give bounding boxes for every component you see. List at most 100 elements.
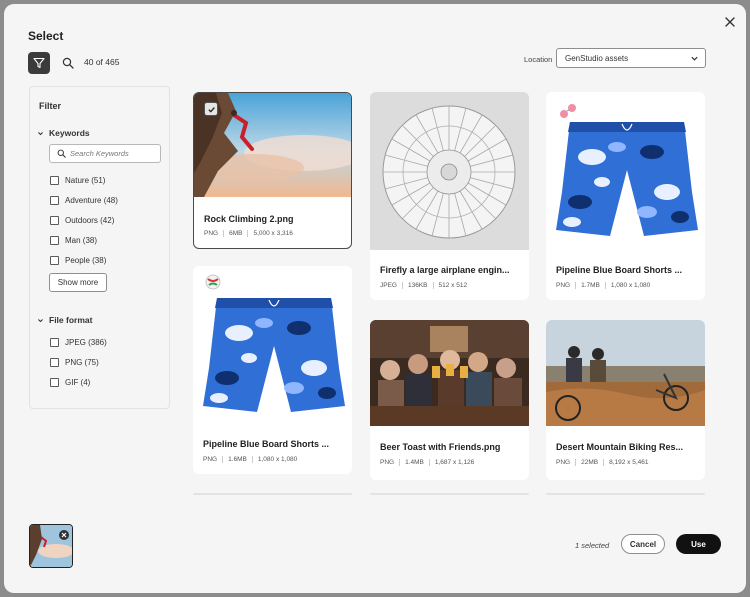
asset-name: Rock Climbing 2.png — [204, 214, 294, 224]
checkbox[interactable] — [50, 196, 59, 205]
checkbox-label: PNG (75) — [65, 358, 99, 367]
file-format-section-toggle[interactable]: File format — [37, 315, 92, 325]
checkbox-label: Outdoors (42) — [65, 216, 115, 225]
asset-meta: PNG 1.7MB 1,080 x 1,080 — [556, 282, 655, 289]
show-more-button[interactable]: Show more — [49, 273, 107, 292]
asset-thumbnail — [370, 92, 529, 250]
select-dialog: Select 40 of 465 Location GenStudio asse… — [4, 4, 746, 593]
search-icon — [62, 57, 74, 69]
next-row-card-edge — [546, 493, 705, 495]
location-value: GenStudio assets — [565, 54, 629, 63]
chevron-down-icon — [691, 56, 698, 61]
asset-name: Pipeline Blue Board Shorts ... — [203, 439, 330, 449]
dialog-title: Select — [28, 29, 64, 43]
result-count: 40 of 465 — [84, 57, 120, 67]
asset-size: 1.6MB — [222, 456, 252, 463]
keyword-search-field[interactable] — [49, 144, 161, 163]
remove-selected-button[interactable] — [59, 530, 69, 540]
search-button[interactable] — [58, 53, 78, 73]
checkbox-label: JPEG (386) — [65, 338, 107, 347]
asset-card-airplane-engine[interactable]: Firefly a large airplane engin... JPEG 1… — [370, 92, 529, 300]
filter-panel: Filter Keywords Nature (51) Adventure (4… — [29, 86, 170, 409]
checkbox-label: Nature (51) — [65, 176, 106, 185]
checkbox[interactable] — [50, 216, 59, 225]
asset-format: PNG — [204, 230, 219, 237]
use-button[interactable]: Use — [676, 534, 721, 554]
asset-card-beer-toast[interactable]: Beer Toast with Friends.png PNG 1.4MB 1,… — [370, 320, 529, 480]
checkbox-label: GIF (4) — [65, 378, 91, 387]
filter-icon — [33, 57, 45, 69]
close-icon — [61, 532, 67, 538]
file-format-heading: File format — [49, 315, 93, 325]
checkbox[interactable] — [50, 378, 59, 387]
chevron-down-icon — [38, 131, 43, 135]
asset-meta: PNG 1.4MB 1,687 x 1,126 — [380, 459, 479, 466]
filter-title: Filter — [39, 101, 62, 111]
checkbox[interactable] — [50, 236, 59, 245]
asset-thumbnail — [193, 266, 352, 424]
asset-thumbnail — [546, 92, 705, 250]
keyword-checkbox-adventure[interactable]: Adventure (48) — [50, 196, 118, 205]
keyword-checkbox-nature[interactable]: Nature (51) — [50, 176, 105, 185]
asset-size: 136KB — [401, 282, 433, 289]
asset-dimensions: 1,687 x 1,126 — [428, 459, 479, 466]
search-icon — [57, 149, 66, 158]
asset-dimensions: 8,192 x 5,461 — [603, 459, 653, 466]
keyword-checkbox-people[interactable]: People (38) — [50, 256, 106, 265]
asset-format: PNG — [203, 456, 218, 463]
asset-card-pipeline-shorts-2[interactable]: Pipeline Blue Board Shorts ... PNG 1.6MB… — [193, 266, 352, 474]
asset-dimensions: 512 x 512 — [432, 282, 473, 289]
asset-dimensions: 1,080 x 1,080 — [251, 456, 302, 463]
checkbox-label: People (38) — [65, 256, 107, 265]
asset-meta: PNG 1.6MB 1,080 x 1,080 — [203, 456, 302, 463]
asset-thumbnail — [546, 320, 705, 426]
format-checkbox-png[interactable]: PNG (75) — [50, 358, 99, 367]
asset-size: 1.7MB — [575, 282, 605, 289]
checkbox[interactable] — [50, 176, 59, 185]
selected-checkbox[interactable] — [204, 102, 218, 116]
format-checkbox-jpeg[interactable]: JPEG (386) — [50, 338, 107, 347]
checkbox[interactable] — [50, 358, 59, 367]
checkbox[interactable] — [50, 338, 59, 347]
checkbox[interactable] — [50, 256, 59, 265]
asset-thumbnail — [370, 320, 529, 426]
filter-toggle-button[interactable] — [28, 52, 50, 74]
asset-card-desert-biking[interactable]: Desert Mountain Biking Res... PNG 22MB 8… — [546, 320, 705, 480]
asset-card-pipeline-shorts-1[interactable]: Pipeline Blue Board Shorts ... PNG 1.7MB… — [546, 92, 705, 300]
checkbox-label: Adventure (48) — [65, 196, 118, 205]
checkbox-label: Man (38) — [65, 236, 98, 245]
format-checkbox-gif[interactable]: GIF (4) — [50, 378, 90, 387]
next-row-card-edge — [193, 493, 352, 495]
asset-format: PNG — [380, 459, 395, 466]
asset-name: Pipeline Blue Board Shorts ... — [556, 265, 683, 275]
keywords-section-toggle[interactable]: Keywords — [37, 128, 90, 138]
keyword-checkbox-outdoors[interactable]: Outdoors (42) — [50, 216, 114, 225]
location-label: Location — [524, 55, 553, 64]
asset-card-rock-climbing[interactable]: Rock Climbing 2.png PNG 6MB 5,000 x 3,31… — [193, 92, 352, 249]
keywords-heading: Keywords — [49, 128, 90, 138]
close-button[interactable] — [720, 12, 740, 32]
asset-format: JPEG — [380, 282, 397, 289]
keyword-search-input[interactable] — [70, 149, 158, 158]
keyword-checkbox-man[interactable]: Man (38) — [50, 236, 97, 245]
asset-name: Desert Mountain Biking Res... — [556, 442, 684, 452]
location-select[interactable]: GenStudio assets — [556, 48, 706, 68]
asset-name: Beer Toast with Friends.png — [380, 442, 501, 452]
next-row-card-edge — [370, 493, 529, 495]
asset-name: Firefly a large airplane engin... — [380, 265, 510, 275]
asset-format: PNG — [556, 282, 571, 289]
asset-dimensions: 1,080 x 1,080 — [604, 282, 655, 289]
selection-count: 1 selected — [575, 541, 610, 550]
asset-format: PNG — [556, 459, 571, 466]
asset-dimensions: 5,000 x 3,316 — [247, 230, 297, 237]
asset-meta: PNG 6MB 5,000 x 3,316 — [204, 230, 298, 237]
asset-size: 1.4MB — [399, 459, 429, 466]
chevron-down-icon — [38, 318, 43, 322]
asset-meta: PNG 22MB 8,192 x 5,461 — [556, 459, 653, 466]
asset-size: 6MB — [223, 230, 247, 237]
asset-size: 22MB — [575, 459, 603, 466]
cancel-button[interactable]: Cancel — [621, 534, 665, 554]
close-icon — [725, 17, 735, 27]
check-icon — [207, 106, 215, 113]
asset-meta: JPEG 136KB 512 x 512 — [380, 282, 472, 289]
